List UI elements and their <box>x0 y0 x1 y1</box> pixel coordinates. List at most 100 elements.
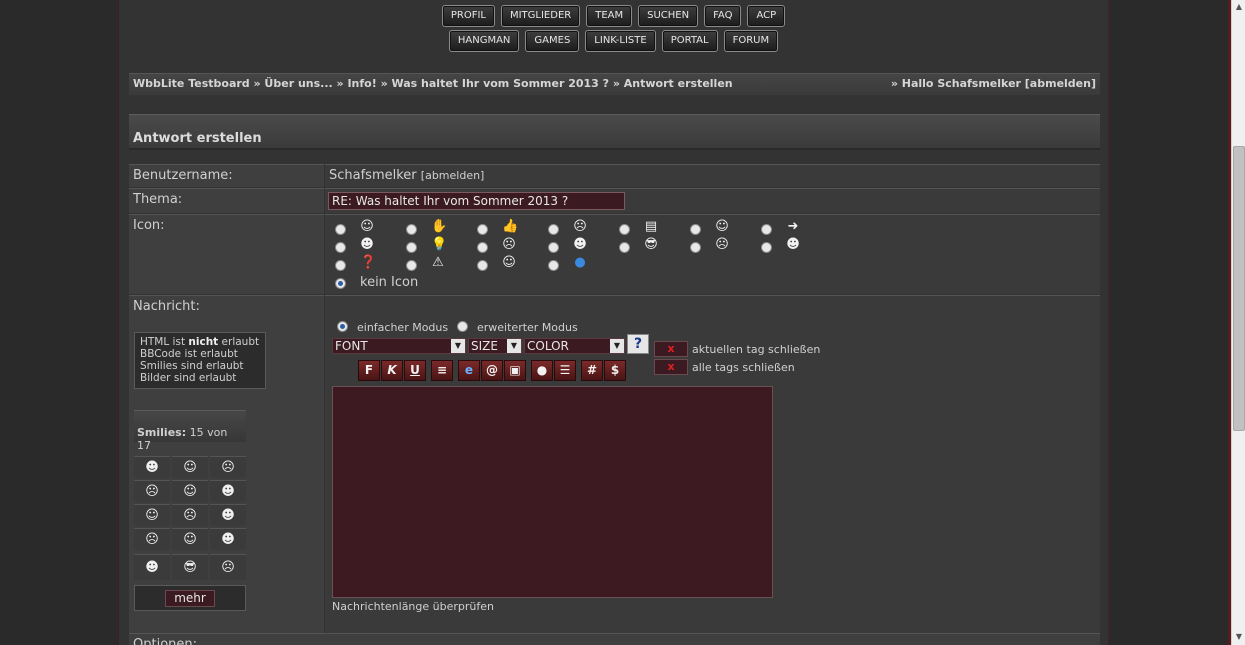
link-icon[interactable]: e <box>458 360 480 381</box>
question-face-icon: ❓ <box>360 255 377 270</box>
icon-radio[interactable] <box>406 260 417 271</box>
page-right-margin <box>1108 0 1228 645</box>
icon-radio[interactable] <box>335 260 346 271</box>
check-length-link[interactable]: Nachrichtenlänge überprüfen <box>332 600 494 613</box>
list-icon[interactable]: ☰ <box>554 360 576 381</box>
php-icon[interactable]: $ <box>604 360 626 381</box>
smiley-surprise-icon[interactable]: ☻ <box>210 504 246 526</box>
icon-radio[interactable] <box>548 260 559 271</box>
bbcode-rule: BBCode ist erlaubt <box>140 348 238 360</box>
scroll-thumb[interactable] <box>1233 146 1245 431</box>
nav-team-button[interactable]: TEAM <box>586 5 633 27</box>
user-greeting[interactable]: » Hallo Schafsmelker [abmelden] <box>891 77 1096 92</box>
icon-label: Icon: <box>129 214 324 294</box>
smiley-happy-icon[interactable]: ☺ <box>134 504 170 526</box>
html-rule: HTML ist nicht erlaubt <box>140 336 260 348</box>
icon-radio[interactable] <box>335 224 346 235</box>
top-nav-row-1: PROFIL MITGLIEDER TEAM SUCHEN FAQ ACP <box>119 5 1108 27</box>
smiley-confused-icon[interactable]: ☹ <box>134 528 170 550</box>
nav-link-liste-button[interactable]: LINK-LISTE <box>585 30 656 52</box>
nav-forum-button[interactable]: FORUM <box>723 30 779 52</box>
grin-face-icon: ☻ <box>360 237 374 252</box>
simple-mode-label: einfacher Modus <box>357 321 449 334</box>
center-align-icon[interactable]: ≡ <box>431 360 453 381</box>
smiley-neutral-icon[interactable]: ☺ <box>172 528 208 550</box>
underline-button[interactable]: U <box>404 360 426 381</box>
color-select[interactable]: COLOR ▼ <box>524 338 625 354</box>
icon-radio[interactable] <box>477 224 488 235</box>
more-smilies-button[interactable]: mehr <box>165 590 215 607</box>
scroll-down-arrow-icon[interactable]: ▼ <box>1234 632 1244 642</box>
advanced-mode-radio[interactable] <box>457 321 468 332</box>
email-icon[interactable]: @ <box>481 360 503 381</box>
smiley-angry-icon[interactable]: ☹ <box>210 456 246 478</box>
icon-radio[interactable] <box>335 242 346 253</box>
smiley-question-icon[interactable]: ☹ <box>210 554 246 580</box>
nav-hangman-button[interactable]: HANGMAN <box>448 30 520 52</box>
close-all-tags-button[interactable]: x <box>654 359 688 375</box>
icon-radio[interactable] <box>619 224 630 235</box>
thumbs-up-icon: 👍 <box>502 219 519 234</box>
smiley-shock-icon[interactable]: ☻ <box>210 528 246 550</box>
laugh-face-icon: ☻ <box>786 237 800 252</box>
smiley-scream-icon[interactable]: ☻ <box>134 554 170 580</box>
message-textarea[interactable] <box>332 386 773 598</box>
icon-radio[interactable] <box>477 242 488 253</box>
icon-radio[interactable] <box>406 242 417 253</box>
icon-radio[interactable] <box>690 224 701 235</box>
nav-faq-button[interactable]: FAQ <box>704 5 742 27</box>
smiley-wink-icon[interactable]: ☺ <box>172 456 208 478</box>
no-icon-radio[interactable] <box>335 278 346 289</box>
smiley-cool-icon[interactable]: 😎 <box>172 554 208 580</box>
icon-radio[interactable] <box>761 224 772 235</box>
nav-games-button[interactable]: GAMES <box>525 30 580 52</box>
nav-mitglieder-button[interactable]: MITGLIEDER <box>500 5 581 27</box>
chevron-down-icon: ▼ <box>610 339 624 353</box>
simple-mode-radio[interactable] <box>337 321 348 332</box>
code-icon[interactable]: # <box>581 360 603 381</box>
smiley-sad-icon[interactable]: ☹ <box>172 504 208 526</box>
note-icon: ▤ <box>644 219 658 234</box>
quote-icon[interactable]: ● <box>531 360 553 381</box>
logout-link[interactable]: [abmelden] <box>421 169 485 182</box>
close-current-tag-button[interactable]: x <box>654 341 688 357</box>
smiley-smile-icon[interactable]: ☺ <box>172 480 208 502</box>
icon-radio[interactable] <box>477 260 488 271</box>
help-icon[interactable]: ? <box>627 334 649 354</box>
vertical-scrollbar[interactable]: ▲ ▼ <box>1231 0 1245 645</box>
top-nav-row-2: HANGMAN GAMES LINK-LISTE PORTAL FORUM <box>119 30 1108 52</box>
page-title: Antwort erstellen <box>129 114 1100 150</box>
icon-radio[interactable] <box>548 224 559 235</box>
icon-radio[interactable] <box>761 242 772 253</box>
smiley-frown-icon[interactable]: ☹ <box>134 480 170 502</box>
icon-radio[interactable] <box>548 242 559 253</box>
italic-button[interactable]: K <box>381 360 403 381</box>
icon-radio[interactable] <box>690 242 701 253</box>
smiley-grin-icon[interactable]: ☻ <box>134 456 170 478</box>
shocked-face-icon: ☻ <box>573 237 587 252</box>
thema-input[interactable] <box>328 192 625 210</box>
font-select[interactable]: FONT ▼ <box>332 338 466 354</box>
icon-radio[interactable] <box>619 242 630 253</box>
size-select[interactable]: SIZE ▼ <box>468 338 522 354</box>
breadcrumb-path[interactable]: WbbLite Testboard » Über uns... » Info! … <box>133 77 733 92</box>
nav-profil-button[interactable]: PROFIL <box>441 5 495 27</box>
neutral-face-icon: ☹ <box>573 219 587 234</box>
scroll-up-arrow-icon[interactable]: ▲ <box>1234 2 1244 12</box>
smiley-tongue-icon[interactable]: ☻ <box>210 480 246 502</box>
icon-radio[interactable] <box>406 224 417 235</box>
page-left-margin <box>0 0 118 645</box>
nav-acp-button[interactable]: ACP <box>747 5 786 27</box>
happy-face-icon: ☺ <box>502 255 516 270</box>
bold-button[interactable]: F <box>358 360 380 381</box>
close-all-tags-label: alle tags schließen <box>692 361 795 374</box>
smilies-header: Smilies: 15 von 17 <box>134 410 246 452</box>
image-icon[interactable]: ▣ <box>504 360 526 381</box>
nav-portal-button[interactable]: PORTAL <box>661 30 718 52</box>
sad-face-icon: ☹ <box>715 237 729 252</box>
thema-label: Thema: <box>129 188 324 213</box>
no-icon-label: kein Icon <box>360 275 419 290</box>
arrow-right-icon: ➜ <box>787 219 799 234</box>
smile-face-icon: ☺ <box>715 219 729 234</box>
nav-suchen-button[interactable]: SUCHEN <box>638 5 699 27</box>
